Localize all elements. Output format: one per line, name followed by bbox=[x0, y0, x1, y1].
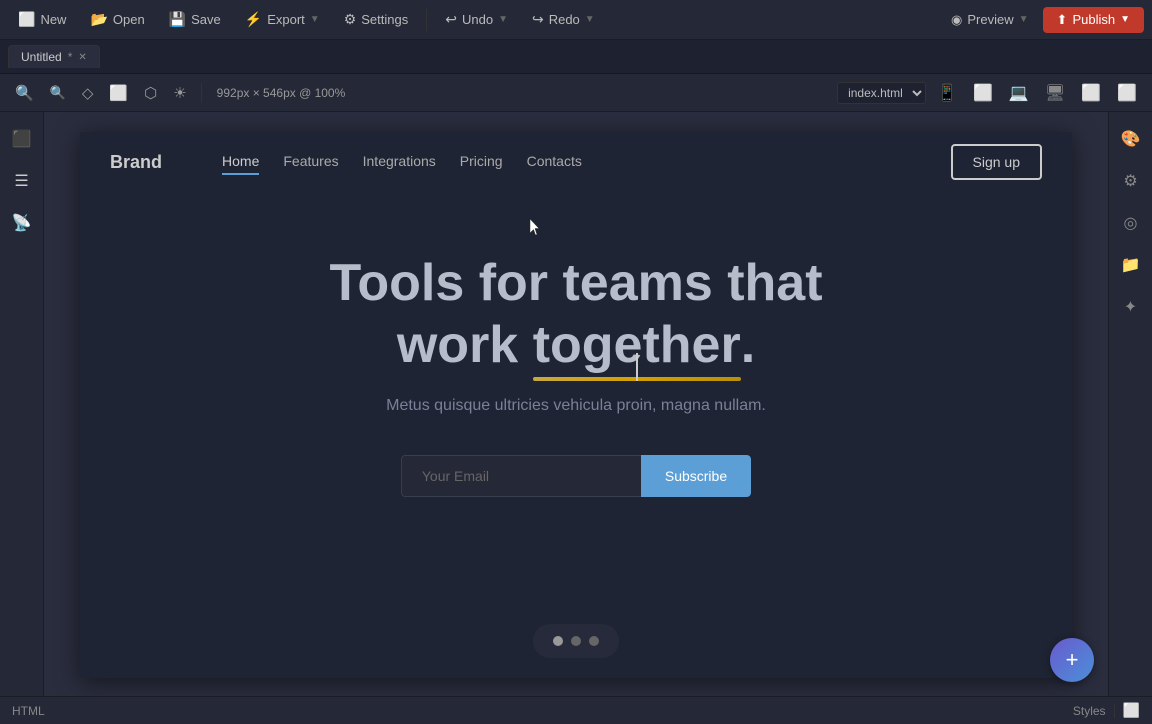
main-area: ⬛ ☰ 📡 Brand Home Features Integrations P… bbox=[0, 112, 1152, 696]
viewport-fullhd-button[interactable]: ⬜ bbox=[1112, 80, 1142, 106]
undo-button[interactable]: ↩ Undo ▼ bbox=[435, 7, 518, 32]
settings-button[interactable]: ⚙ Settings bbox=[334, 7, 419, 32]
dot-1[interactable] bbox=[553, 636, 563, 646]
canvas-area[interactable]: Brand Home Features Integrations Pricing… bbox=[44, 112, 1108, 696]
sidebar-components-icon[interactable]: ⬛ bbox=[5, 122, 39, 156]
brightness-tool-button[interactable]: ☀ bbox=[168, 81, 191, 105]
canvas-dimensions: 992px × 546px @ 100% bbox=[217, 86, 346, 100]
nav-links: Home Features Integrations Pricing Conta… bbox=[222, 149, 951, 175]
nav-link-features[interactable]: Features bbox=[283, 149, 338, 175]
hero-email-input[interactable] bbox=[401, 455, 641, 497]
hero-title-line2: work together. bbox=[329, 314, 822, 376]
preview-nav: Brand Home Features Integrations Pricing… bbox=[80, 132, 1072, 192]
hero-form: Subscribe bbox=[401, 455, 751, 497]
tab-close-icon[interactable]: ✕ bbox=[78, 52, 86, 63]
open-button[interactable]: 📂 Open bbox=[80, 7, 154, 32]
nav-link-home[interactable]: Home bbox=[222, 149, 259, 175]
viewport-laptop-button[interactable]: 💻 bbox=[1004, 80, 1034, 106]
preview-button[interactable]: ◉ Preview ▼ bbox=[941, 7, 1039, 33]
undo-icon: ↩ bbox=[445, 11, 457, 28]
tab-untitled[interactable]: Untitled * ✕ bbox=[8, 45, 100, 68]
status-styles-label[interactable]: Styles bbox=[1073, 704, 1106, 718]
export-icon: ⚡ bbox=[245, 11, 262, 28]
nav-brand: Brand bbox=[110, 152, 162, 173]
dot-3[interactable] bbox=[589, 636, 599, 646]
right-sidebar-settings-icon[interactable]: ⚙ bbox=[1114, 164, 1148, 198]
zoom-out-button[interactable]: 🔍 bbox=[45, 82, 71, 104]
canvas-toolbar-right: index.html 📱 ⬜ 💻 🖥 ⬜ ⬜ bbox=[837, 80, 1142, 106]
preview-icon: ◉ bbox=[951, 12, 962, 28]
preview-hero: Tools for teams that work together. Metu… bbox=[80, 192, 1072, 537]
right-sidebar-palette-icon[interactable]: 🎨 bbox=[1114, 122, 1148, 156]
status-right: Styles ⬜ bbox=[1073, 702, 1140, 719]
right-sidebar-star-icon[interactable]: ✦ bbox=[1114, 290, 1148, 324]
redo-button[interactable]: ↪ Redo ▼ bbox=[522, 7, 605, 32]
export-button[interactable]: ⚡ Export ▼ bbox=[235, 7, 330, 32]
nav-link-integrations[interactable]: Integrations bbox=[363, 149, 436, 175]
preview-chevron-icon: ▼ bbox=[1019, 14, 1029, 25]
dot-2[interactable] bbox=[571, 636, 581, 646]
add-element-fab[interactable]: + bbox=[1050, 638, 1094, 682]
open-icon: 📂 bbox=[90, 11, 107, 28]
status-bar: HTML Styles ⬜ bbox=[0, 696, 1152, 724]
viewport-desktop-button[interactable]: 🖥 bbox=[1040, 80, 1070, 106]
image-tool-button[interactable]: ⬜ bbox=[104, 81, 133, 105]
text-cursor bbox=[636, 353, 638, 381]
sidebar-layers-icon[interactable]: ☰ bbox=[5, 164, 39, 198]
save-button[interactable]: 💾 Save bbox=[159, 7, 231, 32]
left-sidebar: ⬛ ☰ 📡 bbox=[0, 112, 44, 696]
nav-link-contacts[interactable]: Contacts bbox=[527, 149, 582, 175]
publish-icon: ⬆ bbox=[1057, 12, 1068, 28]
zoom-in-button[interactable]: 🔍 bbox=[10, 81, 39, 105]
right-sidebar: 🎨 ⚙ ◎ 📁 ✦ bbox=[1108, 112, 1152, 696]
viewport-tablet-button[interactable]: ⬜ bbox=[968, 80, 998, 106]
publish-button[interactable]: ⬆ Publish ▼ bbox=[1043, 7, 1144, 33]
status-html-label[interactable]: HTML bbox=[12, 704, 1073, 718]
right-sidebar-target-icon[interactable]: ◎ bbox=[1114, 206, 1148, 240]
nav-signup-button[interactable]: Sign up bbox=[951, 144, 1042, 180]
page-preview: Brand Home Features Integrations Pricing… bbox=[80, 132, 1072, 678]
status-expand-icon[interactable]: ⬜ bbox=[1123, 702, 1140, 719]
toolbar-right: ◉ Preview ▼ ⬆ Publish ▼ bbox=[941, 7, 1144, 33]
publish-chevron-icon: ▼ bbox=[1120, 14, 1130, 25]
hero-subscribe-button[interactable]: Subscribe bbox=[641, 455, 751, 497]
viewport-mobile-button[interactable]: 📱 bbox=[932, 80, 962, 106]
sidebar-wifi-icon[interactable]: 📡 bbox=[5, 206, 39, 240]
new-button[interactable]: ⬜ New bbox=[8, 7, 76, 32]
redo-icon: ↪ bbox=[532, 11, 544, 28]
shape-tool-button[interactable]: ⬡ bbox=[139, 81, 162, 105]
nav-link-pricing[interactable]: Pricing bbox=[460, 149, 503, 175]
save-icon: 💾 bbox=[169, 11, 186, 28]
select-tool-button[interactable]: ◇ bbox=[77, 81, 99, 105]
hero-title: Tools for teams that work together. bbox=[329, 252, 822, 377]
settings-icon: ⚙ bbox=[344, 11, 357, 28]
tab-bar: Untitled * ✕ bbox=[0, 40, 1152, 74]
toolbar-separator bbox=[426, 9, 427, 31]
page-selector[interactable]: index.html bbox=[837, 82, 926, 104]
hero-subtitle: Metus quisque ultricies vehicula proin, … bbox=[386, 397, 766, 415]
canvas-toolbar: 🔍 🔍 ◇ ⬜ ⬡ ☀ 992px × 546px @ 100% index.h… bbox=[0, 74, 1152, 112]
status-separator bbox=[1114, 704, 1115, 718]
top-toolbar: ⬜ New 📂 Open 💾 Save ⚡ Export ▼ ⚙ Setting… bbox=[0, 0, 1152, 40]
redo-chevron-icon: ▼ bbox=[585, 14, 595, 25]
right-sidebar-folder-icon[interactable]: 📁 bbox=[1114, 248, 1148, 282]
export-chevron-icon: ▼ bbox=[310, 14, 320, 25]
viewport-wide-button[interactable]: ⬜ bbox=[1076, 80, 1106, 106]
canvas-toolbar-sep bbox=[201, 83, 202, 103]
undo-chevron-icon: ▼ bbox=[498, 14, 508, 25]
hero-title-line1: Tools for teams that bbox=[329, 252, 822, 314]
hero-highlight-wrap: together bbox=[533, 314, 741, 376]
hero-pagination-dots bbox=[533, 624, 619, 658]
new-icon: ⬜ bbox=[18, 11, 35, 28]
